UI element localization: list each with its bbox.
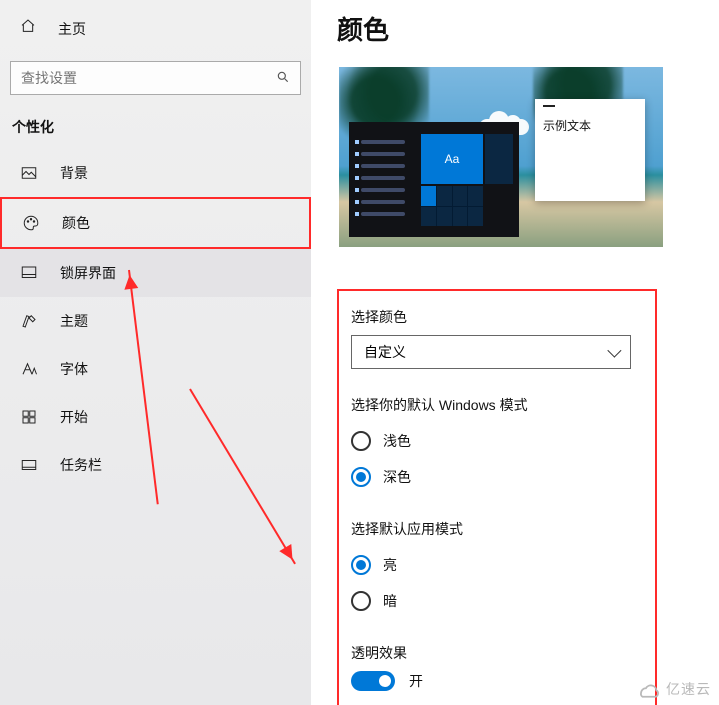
main: 颜色 Aa 示例文本 选择颜色 [311,0,719,705]
image-icon [20,164,38,182]
home-label: 主页 [58,19,86,39]
sidebar-item-color[interactable]: 颜色 [0,197,311,249]
radio-label: 浅色 [383,431,411,451]
chevron-down-icon [607,344,621,358]
sidebar-item-lockscreen[interactable]: 锁屏界面 [0,249,311,297]
search-input[interactable] [21,70,276,86]
toggle-state-label: 开 [409,671,423,691]
windows-mode-group: 选择你的默认 Windows 模式 浅色 深色 [351,395,643,495]
transparency-toggle[interactable] [351,671,395,691]
windows-mode-dark-radio[interactable]: 深色 [351,459,643,495]
start-icon [20,408,38,426]
search-icon [276,70,290,87]
page-title: 颜色 [337,10,695,47]
lockscreen-icon [20,264,38,282]
sidebar-item-label: 主题 [60,311,88,331]
preview-tile-grid [421,186,483,226]
transparency-group: 透明效果 开 [351,643,643,691]
sidebar-item-label: 开始 [60,407,88,427]
color-settings-panel: 选择颜色 自定义 选择你的默认 Windows 模式 浅色 深色 选择默认应用模… [337,289,657,705]
radio-icon [351,467,371,487]
radio-label: 深色 [383,467,411,487]
search-box[interactable] [10,61,301,95]
preview-tile [485,134,513,184]
sidebar-item-font[interactable]: 字体 [0,345,311,393]
sidebar-item-label: 颜色 [62,213,90,233]
select-value: 自定义 [364,342,406,362]
choose-color-label: 选择颜色 [351,307,643,327]
nav: 背景 颜色 锁屏界面 主题 字体 开始 任务栏 [0,149,311,489]
radio-label: 暗 [383,591,397,611]
sidebar-item-background[interactable]: 背景 [0,149,311,197]
preview-window: 示例文本 [535,99,645,201]
choose-color-select[interactable]: 自定义 [351,335,631,369]
radio-icon [351,591,371,611]
sidebar-item-theme[interactable]: 主题 [0,297,311,345]
preview-tile: Aa [421,134,483,184]
theme-icon [20,312,38,330]
sidebar-item-start[interactable]: 开始 [0,393,311,441]
sidebar-item-label: 锁屏界面 [60,263,116,283]
radio-label: 亮 [383,555,397,575]
palette-icon [22,214,40,232]
preview-sample-text: 示例文本 [543,117,637,134]
preview-image: Aa 示例文本 [337,65,665,249]
radio-icon [351,431,371,451]
taskbar-icon [20,456,38,474]
radio-icon [351,555,371,575]
window-bar-icon [543,105,555,107]
font-icon [20,360,38,378]
sidebar: 主页 个性化 背景 颜色 锁屏界面 主题 字体 开始 [0,0,311,705]
app-mode-label: 选择默认应用模式 [351,519,643,539]
app-mode-dark-radio[interactable]: 暗 [351,583,643,619]
windows-mode-light-radio[interactable]: 浅色 [351,423,643,459]
preview-start-menu: Aa [349,122,519,237]
app-mode-light-radio[interactable]: 亮 [351,547,643,583]
sidebar-item-label: 字体 [60,359,88,379]
home-link[interactable]: 主页 [0,10,311,47]
section-title: 个性化 [0,117,311,149]
app-mode-group: 选择默认应用模式 亮 暗 [351,519,643,619]
sidebar-item-taskbar[interactable]: 任务栏 [0,441,311,489]
windows-mode-label: 选择你的默认 Windows 模式 [351,395,643,415]
sidebar-item-label: 背景 [60,163,88,183]
home-icon [20,18,36,39]
transparency-label: 透明效果 [351,643,643,663]
sidebar-item-label: 任务栏 [60,455,102,475]
